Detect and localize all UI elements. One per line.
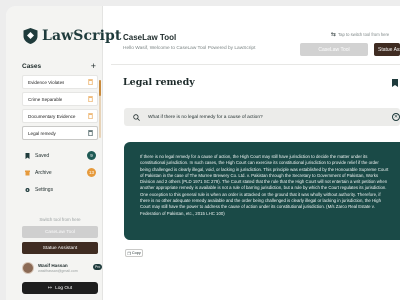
page-title: CaseLaw Tool bbox=[123, 33, 177, 42]
case-label: Documentary Evidence bbox=[28, 113, 76, 119]
trash-icon[interactable] bbox=[88, 130, 93, 136]
cases-title: Cases bbox=[22, 63, 42, 70]
logout-button[interactable]: ↦ Log Out bbox=[22, 282, 98, 294]
avatar bbox=[22, 262, 34, 274]
answer-card: If there is no legal remedy for a cause … bbox=[124, 142, 400, 240]
header-divider bbox=[111, 64, 400, 65]
archive-icon bbox=[25, 170, 30, 175]
nav-left: Settings bbox=[25, 187, 53, 193]
answer-text: If there is no legal remedy for a cause … bbox=[140, 154, 389, 216]
plan-badge: Pro bbox=[93, 264, 103, 270]
logo-text: LawScript bbox=[42, 28, 122, 44]
case-item[interactable]: Evidence Violates bbox=[22, 75, 98, 89]
logo[interactable]: LawScript bbox=[22, 27, 121, 45]
saved-count-badge: 9 bbox=[87, 151, 96, 160]
search-icon bbox=[133, 113, 140, 121]
trash-icon[interactable] bbox=[88, 113, 93, 119]
nav-label: Settings bbox=[35, 186, 54, 193]
nav-left: Saved bbox=[25, 152, 50, 159]
sidebar: LawScript Cases + Evidence Violates Crim… bbox=[6, 6, 121, 300]
header-statue-assistant-button[interactable]: Statue Assistant bbox=[374, 43, 400, 56]
sidebar-item-archive[interactable]: Archive 13 bbox=[22, 165, 96, 180]
profile-name: Wasif Hassan bbox=[38, 263, 68, 268]
profile-email: wasifhassan@gmail.com bbox=[38, 269, 78, 273]
case-item[interactable]: Documentary Evidence bbox=[22, 109, 98, 123]
case-label: Crime Separable bbox=[28, 96, 63, 102]
nav-label: Saved bbox=[35, 152, 50, 159]
gear-icon bbox=[25, 187, 30, 192]
caselaw-tool-button[interactable]: CaseLaw Tool bbox=[22, 226, 98, 238]
main-header: CaseLaw Tool Hello Wasif, Welcome to Cas… bbox=[123, 33, 255, 51]
bookmark-icon[interactable] bbox=[392, 79, 398, 87]
case-item[interactable]: Crime Separable bbox=[22, 92, 98, 106]
switch-hint-text: Tap to switch tool from here bbox=[338, 32, 390, 37]
sidebar-item-saved[interactable]: Saved 9 bbox=[22, 148, 96, 163]
case-item-active[interactable]: Legal remedy bbox=[22, 126, 98, 140]
switch-tool-label: Switch tool from here bbox=[39, 217, 81, 222]
nav-left: Archive bbox=[25, 170, 52, 176]
trash-icon[interactable] bbox=[88, 79, 93, 85]
copy-icon: ❐ bbox=[127, 250, 131, 256]
profile-text: Wasif Hassan wasifhassan@gmail.com bbox=[38, 263, 78, 273]
close-icon[interactable]: ✕ bbox=[392, 113, 400, 121]
case-label: Evidence Violates bbox=[28, 79, 65, 85]
swap-icon: ⇆ bbox=[331, 32, 337, 38]
logout-icon: ↦ bbox=[47, 285, 53, 291]
case-list: Evidence Violates Crime Separable Docume… bbox=[22, 75, 98, 143]
switch-hint: ⇆ Tap to switch tool from here bbox=[331, 31, 389, 38]
copy-label: Copy bbox=[131, 251, 141, 255]
archive-count-badge: 13 bbox=[87, 168, 96, 177]
cases-header: Cases + bbox=[22, 62, 96, 71]
query-bar[interactable]: What if there is no legal remedy for a c… bbox=[124, 108, 400, 126]
bookmark-icon bbox=[25, 152, 30, 159]
case-label: Legal remedy bbox=[28, 130, 56, 136]
trash-icon[interactable] bbox=[88, 96, 93, 102]
logout-label: Log Out bbox=[55, 285, 73, 291]
welcome-text: Hello Wasif, Welcome to CaseLaw Tool Pow… bbox=[123, 46, 256, 51]
statue-assistant-button[interactable]: Statue Assistant bbox=[22, 242, 98, 254]
topic-title: Legal remedy bbox=[123, 77, 195, 88]
header-caselaw-tool-button[interactable]: CaseLaw Tool bbox=[300, 43, 368, 56]
sidebar-nav: Saved 9 Archive 13 Settings bbox=[22, 148, 96, 199]
plus-icon[interactable]: + bbox=[91, 62, 96, 71]
sidebar-item-settings[interactable]: Settings bbox=[22, 182, 96, 197]
app-window: LawScript Cases + Evidence Violates Crim… bbox=[6, 6, 400, 300]
user-profile[interactable]: Wasif Hassan wasifhassan@gmail.com Pro bbox=[22, 262, 103, 274]
query-text: What if there is no legal remedy for a c… bbox=[148, 114, 263, 120]
copy-button[interactable]: ❐ Copy bbox=[125, 249, 143, 257]
nav-label: Archive bbox=[35, 169, 52, 176]
logo-shield-icon bbox=[23, 28, 38, 44]
case-list-scroll-thumb[interactable] bbox=[99, 80, 101, 96]
